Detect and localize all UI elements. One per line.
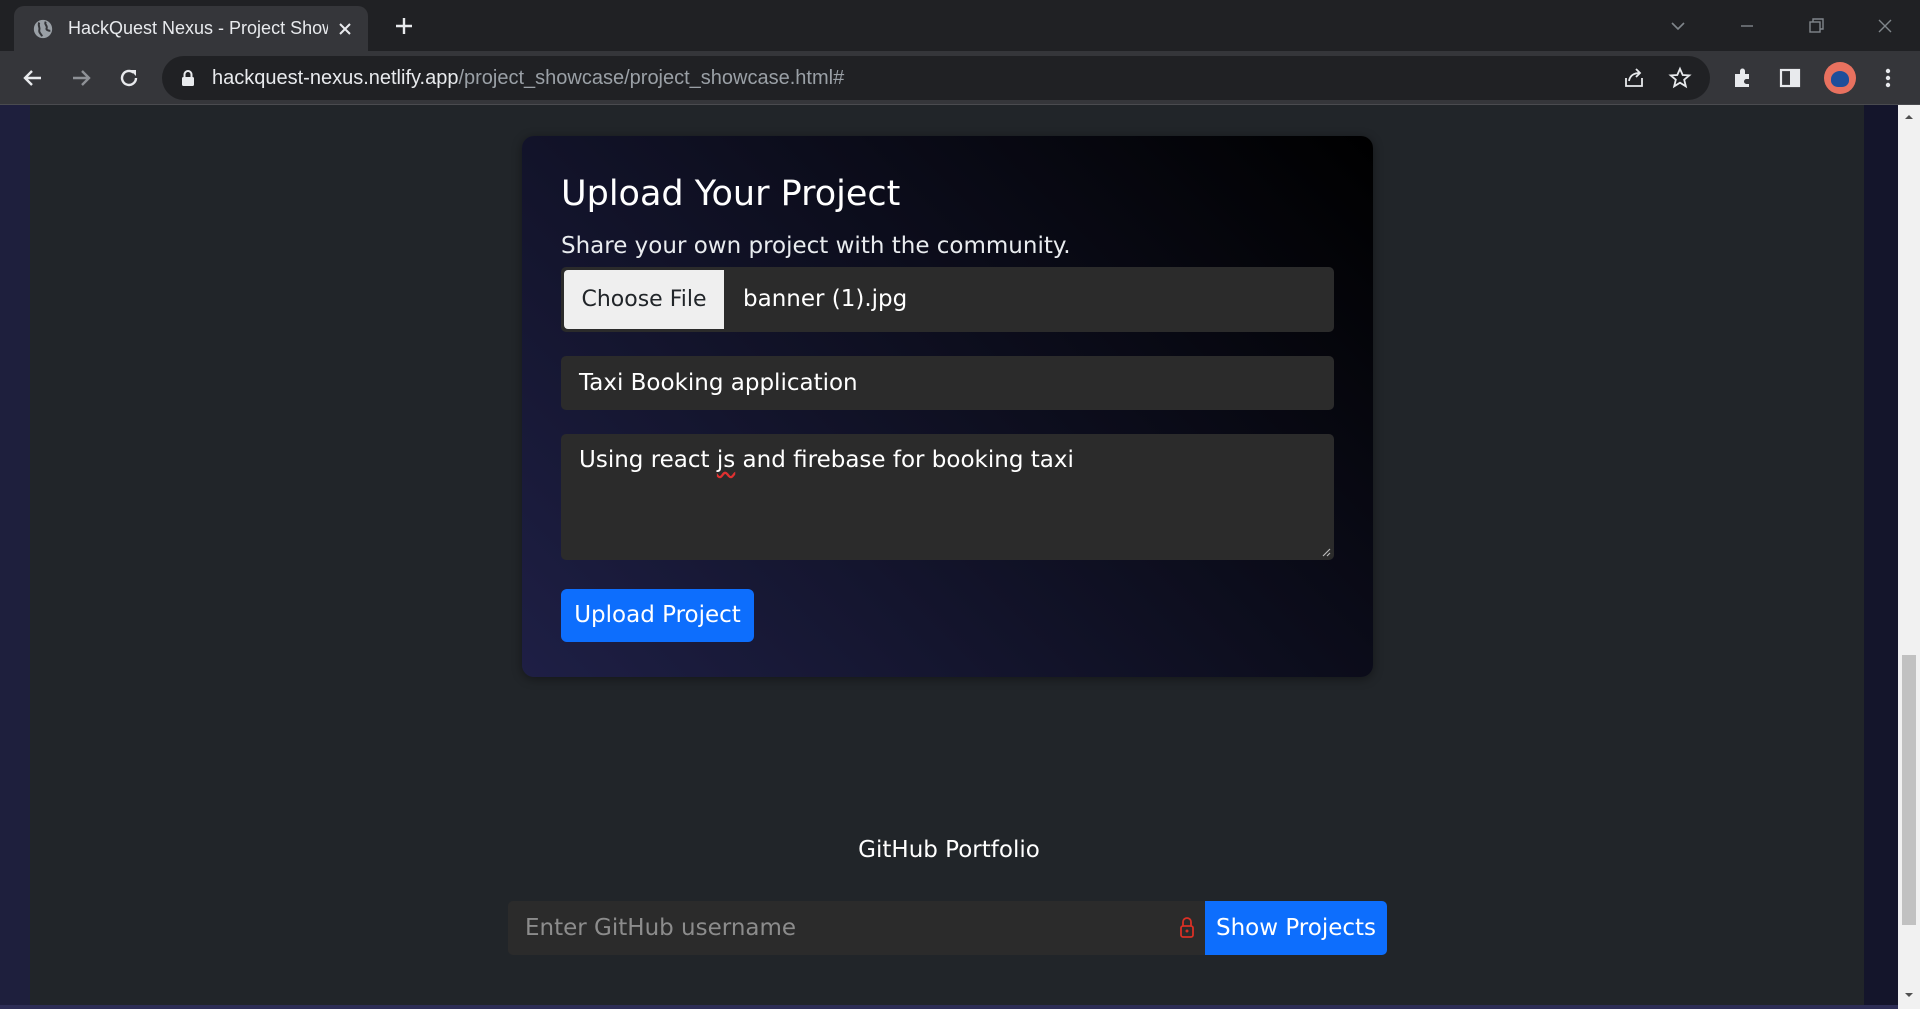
upload-project-card: Upload Your Project Share your own proje… [522, 136, 1373, 677]
upload-project-button[interactable]: Upload Project [561, 589, 754, 642]
selected-file-name: banner (1).jpg [743, 286, 908, 312]
github-portfolio-title: GitHub Portfolio [858, 837, 1040, 863]
upload-title: Upload Your Project [561, 174, 901, 214]
page-content: Upload Your Project Share your own proje… [0, 105, 1898, 1009]
url-path: /project_showcase/project_showcase.html# [458, 67, 845, 89]
extensions-icon[interactable] [1730, 65, 1756, 91]
globe-icon [33, 19, 53, 38]
window-close-icon[interactable] [1871, 12, 1899, 40]
tab-strip: HackQuest Nexus - Project Show [0, 0, 1920, 51]
star-icon[interactable] [1668, 66, 1692, 90]
chevron-down-icon[interactable] [1664, 12, 1692, 40]
restore-icon[interactable] [1802, 12, 1830, 40]
side-panel-icon[interactable] [1777, 65, 1803, 91]
resize-handle-icon[interactable] [1319, 545, 1331, 557]
scrollbar-thumb[interactable] [1902, 655, 1916, 925]
url-text[interactable]: hackquest-nexus.netlify.app/project_show… [212, 67, 844, 90]
right-edge [1864, 105, 1898, 1009]
url-host: hackquest-nexus.netlify.app [212, 67, 459, 89]
vertical-scrollbar[interactable] [1898, 105, 1920, 1009]
back-icon[interactable] [20, 65, 46, 91]
lock-icon[interactable] [180, 69, 196, 87]
password-manager-icon[interactable] [1179, 915, 1195, 939]
description-text-start: Using react [579, 447, 717, 473]
misspelled-word: js [716, 447, 736, 473]
close-icon[interactable] [336, 20, 354, 38]
description-text-end: and firebase for booking taxi [735, 447, 1074, 473]
left-edge [0, 105, 30, 1009]
scroll-down-icon[interactable] [1903, 989, 1915, 1001]
page-bottom-border [0, 1005, 1898, 1009]
browser-tab[interactable]: HackQuest Nexus - Project Show [14, 6, 368, 51]
show-projects-button[interactable]: Show Projects [1205, 901, 1387, 955]
project-description-textarea[interactable]: Using react js and firebase for booking … [561, 434, 1334, 560]
choose-file-button[interactable]: Choose File [564, 270, 724, 329]
file-input[interactable]: Choose File banner (1).jpg [561, 267, 1334, 332]
plus-icon[interactable] [392, 14, 416, 38]
share-icon[interactable] [1622, 66, 1646, 90]
github-username-placeholder: Enter GitHub username [525, 915, 797, 941]
reload-icon[interactable] [116, 65, 142, 91]
tab-title: HackQuest Nexus - Project Show [68, 18, 328, 38]
github-username-input[interactable]: Enter GitHub username [508, 901, 1205, 955]
profile-avatar[interactable] [1824, 62, 1856, 94]
scroll-up-icon[interactable] [1903, 111, 1915, 123]
project-name-input[interactable]: Taxi Booking application [561, 356, 1334, 410]
forward-icon[interactable] [68, 65, 94, 91]
browser-toolbar: hackquest-nexus.netlify.app/project_show… [0, 51, 1920, 105]
upload-subtitle: Share your own project with the communit… [561, 233, 1071, 259]
address-bar[interactable]: hackquest-nexus.netlify.app/project_show… [162, 56, 1710, 100]
menu-icon[interactable] [1875, 65, 1901, 91]
minimize-icon[interactable] [1733, 12, 1761, 40]
